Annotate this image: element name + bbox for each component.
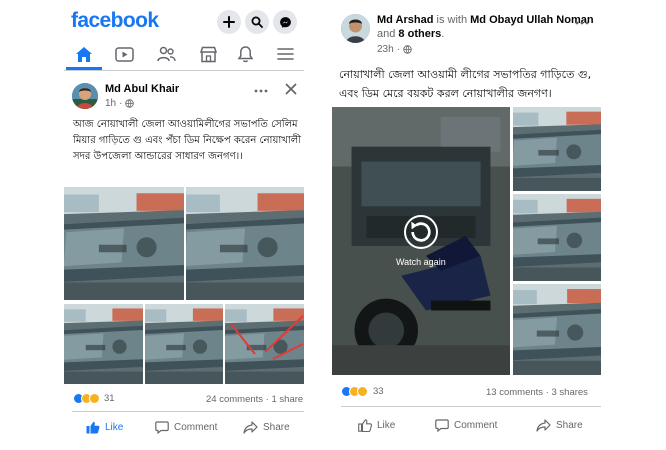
and-text: and bbox=[377, 28, 396, 40]
right-screenshot: Md Arshad is with Md Obayd Ullah Noman a… bbox=[330, 0, 666, 450]
comment-icon bbox=[155, 421, 169, 434]
dot-separator: · bbox=[119, 98, 123, 109]
search-icon[interactable] bbox=[245, 10, 269, 34]
haha-reaction-icon bbox=[89, 393, 100, 404]
like-button[interactable]: Like bbox=[358, 419, 395, 432]
post-divider bbox=[341, 406, 601, 407]
people-icon[interactable] bbox=[155, 44, 177, 64]
comment-label: Comment bbox=[174, 422, 218, 433]
reaction-icons[interactable]: 31 bbox=[73, 393, 115, 404]
close-icon[interactable] bbox=[285, 82, 297, 100]
post-photo[interactable] bbox=[64, 187, 184, 300]
post-photo[interactable] bbox=[145, 304, 223, 384]
nav-divider bbox=[64, 70, 304, 71]
like-button[interactable]: Like bbox=[86, 421, 123, 434]
more-options-icon[interactable] bbox=[254, 82, 268, 100]
red-arrow-annotation bbox=[230, 315, 304, 360]
post-photo[interactable] bbox=[513, 284, 601, 375]
post-photo[interactable] bbox=[513, 194, 601, 281]
like-label: Like bbox=[105, 422, 124, 433]
comment-button[interactable]: Comment bbox=[155, 421, 217, 434]
watch-again-label[interactable]: Watch again bbox=[396, 257, 446, 267]
tagged-others[interactable]: 8 others bbox=[398, 28, 441, 40]
thumbs-up-icon bbox=[358, 419, 372, 432]
left-screenshot: facebook Md Abul Khair 1h · আজ নোয়াখালী… bbox=[0, 0, 318, 450]
comments-count[interactable]: 24 comments bbox=[206, 394, 263, 405]
like-label: Like bbox=[377, 420, 396, 431]
post-divider bbox=[72, 411, 304, 412]
shares-count[interactable]: 1 share bbox=[271, 394, 303, 405]
post-text: নোয়াখালী জেলা আওয়ামী লীগের সভাপতির গাড… bbox=[339, 68, 592, 100]
reaction-count: 31 bbox=[104, 393, 115, 404]
comment-icon bbox=[435, 419, 449, 432]
facebook-logo[interactable]: facebook bbox=[71, 9, 159, 33]
shares-count[interactable]: 3 shares bbox=[551, 387, 587, 398]
globe-icon bbox=[125, 99, 135, 108]
home-icon[interactable] bbox=[73, 44, 95, 64]
dot-separator: · bbox=[545, 387, 549, 398]
post-time-text: 23h bbox=[377, 44, 394, 55]
replay-icon[interactable] bbox=[404, 215, 438, 249]
comment-share-counts: 24 comments · 1 share bbox=[206, 394, 303, 405]
share-label: Share bbox=[556, 420, 583, 431]
is-with-text: is with bbox=[436, 14, 468, 26]
avatar[interactable] bbox=[341, 14, 370, 43]
comments-count[interactable]: 13 comments bbox=[486, 387, 543, 398]
share-label: Share bbox=[263, 422, 290, 433]
hamburger-icon[interactable] bbox=[274, 44, 296, 64]
sad-reaction-icon bbox=[357, 386, 368, 397]
share-icon bbox=[536, 419, 551, 432]
comment-share-counts: 13 comments · 3 shares bbox=[486, 387, 588, 398]
comment-label: Comment bbox=[454, 420, 498, 431]
post-time-text: 1h bbox=[105, 98, 117, 109]
share-icon bbox=[243, 421, 258, 434]
video-icon[interactable] bbox=[113, 44, 135, 64]
post-photo[interactable] bbox=[225, 304, 304, 384]
post-photo[interactable] bbox=[64, 304, 143, 384]
post-photo[interactable] bbox=[513, 107, 601, 191]
globe-icon bbox=[403, 45, 412, 54]
avatar[interactable] bbox=[72, 83, 98, 109]
store-icon[interactable] bbox=[197, 44, 219, 64]
post-time: 23h · bbox=[377, 44, 412, 55]
post-author[interactable]: Md Arshad bbox=[377, 14, 433, 26]
period: . bbox=[441, 28, 445, 40]
dot-separator: · bbox=[396, 44, 401, 55]
post-video[interactable]: Watch again bbox=[332, 107, 510, 375]
messenger-icon[interactable] bbox=[273, 10, 297, 34]
post-author[interactable]: Md Abul Khair bbox=[105, 83, 179, 95]
reaction-count: 33 bbox=[373, 386, 384, 397]
plus-icon[interactable] bbox=[217, 10, 241, 34]
share-button[interactable]: Share bbox=[536, 419, 583, 432]
thumbs-up-icon bbox=[86, 421, 100, 434]
more-options-icon[interactable] bbox=[575, 14, 589, 32]
comment-button[interactable]: Comment bbox=[435, 419, 497, 432]
post-time: 1h · bbox=[105, 98, 135, 109]
share-button[interactable]: Share bbox=[243, 421, 290, 434]
bell-icon[interactable] bbox=[234, 44, 256, 64]
reaction-icons[interactable]: 33 bbox=[341, 386, 384, 397]
post-photo[interactable] bbox=[186, 187, 304, 300]
post-text: আজ নোয়াখালী জেলা আওয়ামিলীগের সভাপতি সে… bbox=[73, 119, 302, 162]
